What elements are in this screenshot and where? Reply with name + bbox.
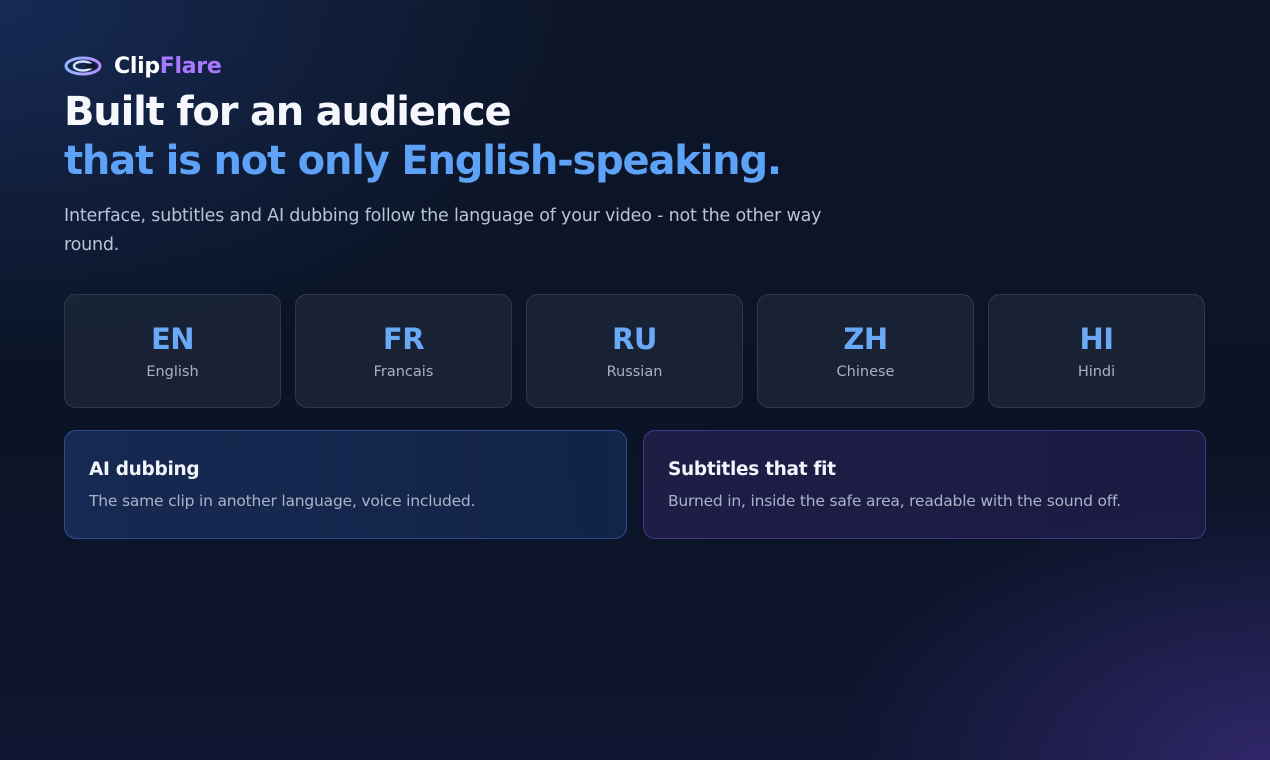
brand-name: ClipFlare — [114, 53, 222, 79]
feature-description: Burned in, inside the safe area, readabl… — [668, 492, 1121, 510]
language-card-ru[interactable]: RU Russian — [526, 294, 743, 408]
language-code: ZH — [843, 322, 888, 356]
language-card-en[interactable]: EN English — [64, 294, 281, 408]
clipflare-logo-icon — [64, 55, 102, 77]
language-code: RU — [612, 322, 657, 356]
hero-title-line2: that is not only English-speaking. — [64, 138, 782, 184]
language-code: FR — [382, 322, 425, 356]
language-name: English — [146, 364, 199, 380]
feature-card-ai-dubbing: AI dubbing The same clip in another lang… — [64, 430, 627, 539]
hero-title-line1: Built for an audience — [64, 89, 512, 135]
feature-list: AI dubbing The same clip in another lang… — [64, 430, 1206, 539]
hero-subtitle: Interface, subtitles and AI dubbing foll… — [64, 206, 822, 255]
hero-title: Built for an audience that is not only E… — [64, 88, 1206, 186]
language-code: EN — [150, 322, 195, 356]
language-code: HI — [1079, 322, 1114, 356]
brand-name-part2: Flare — [159, 53, 222, 79]
language-name: Chinese — [836, 364, 895, 380]
brand-logo[interactable]: ClipFlare — [64, 48, 1206, 84]
feature-description: The same clip in another language, voice… — [89, 492, 476, 510]
landing-section: ClipFlare Built for an audience that is … — [64, 48, 1206, 539]
language-card-hi[interactable]: HI Hindi — [988, 294, 1205, 408]
brand-name-part1: Clip — [114, 53, 160, 79]
language-card-zh[interactable]: ZH Chinese — [757, 294, 974, 408]
language-name: Hindi — [1077, 364, 1116, 380]
language-card-fr[interactable]: FR Francais — [295, 294, 512, 408]
language-name: Francais — [373, 364, 434, 380]
language-name: Russian — [606, 364, 663, 380]
feature-title: Subtitles that fit — [668, 459, 836, 480]
feature-title: AI dubbing — [89, 459, 200, 480]
language-list: EN English FR Francais RU Russian ZH Chi… — [64, 294, 1206, 408]
feature-card-subtitles: Subtitles that fit Burned in, inside the… — [643, 430, 1206, 539]
